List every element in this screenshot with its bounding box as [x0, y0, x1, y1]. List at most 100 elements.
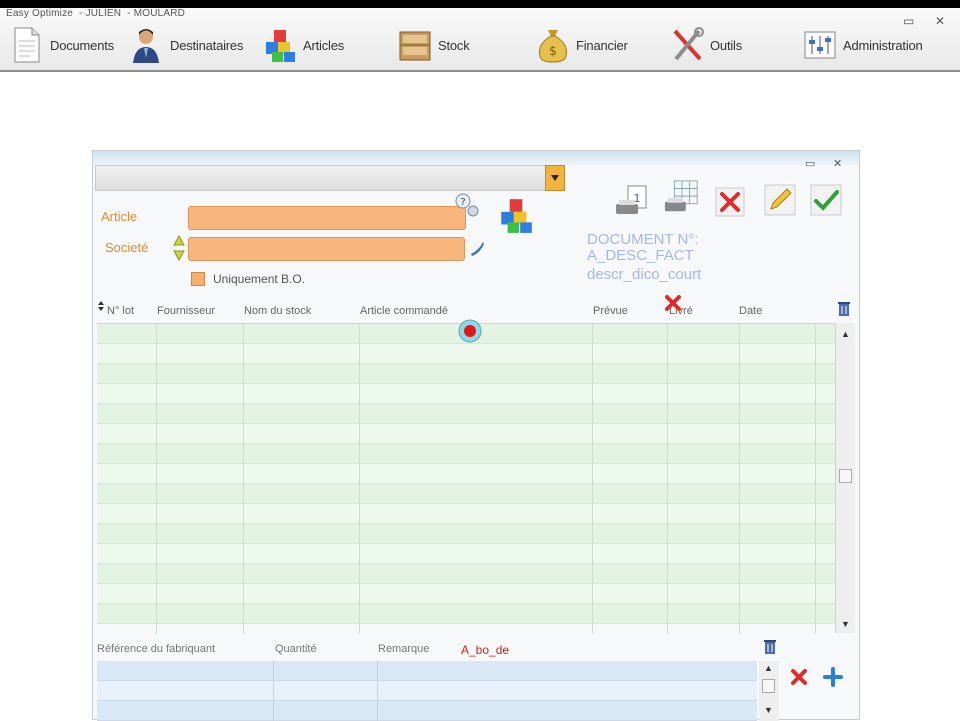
trash-icon[interactable] — [837, 301, 851, 317]
selector-combo[interactable] — [95, 165, 565, 191]
column-divider — [815, 324, 816, 634]
blocks-icon — [266, 30, 295, 62]
printer-grid-icon — [664, 180, 698, 212]
column-divider — [156, 324, 157, 634]
dialog-minimize-icon[interactable]: ▭ — [805, 157, 815, 170]
uniquement-bo-label: Uniquement B.O. — [213, 272, 306, 286]
column-divider — [359, 324, 360, 634]
lower-grid-scrollbar[interactable]: ▲ ▼ — [759, 661, 779, 721]
record-icon[interactable] — [457, 318, 483, 344]
validate-button[interactable] — [807, 181, 845, 219]
table-row[interactable] — [97, 464, 835, 484]
reference-grid[interactable] — [97, 661, 757, 721]
col-remarque[interactable]: Remarque — [378, 643, 429, 655]
column-divider — [592, 324, 593, 634]
nav-administration[interactable]: Administration — [803, 22, 923, 68]
search-help-icon[interactable]: ? — [453, 191, 483, 221]
nav-stock[interactable]: Stock — [398, 22, 470, 68]
app-name: Easy Optimize — [6, 8, 74, 19]
article-field[interactable] — [188, 206, 466, 230]
table-row[interactable] — [97, 564, 835, 584]
document-description: A_DESC_FACT — [587, 247, 694, 264]
title-separator: - — [124, 8, 134, 19]
table-row[interactable] — [97, 444, 835, 464]
table-row[interactable] — [97, 364, 835, 384]
nav-destinataires[interactable]: Destinataires — [130, 22, 243, 68]
table-row[interactable] — [97, 384, 835, 404]
table-row[interactable] — [97, 424, 835, 444]
col-quantite[interactable]: Quantité — [275, 643, 317, 655]
nav-financier[interactable]: $ Financier — [536, 22, 628, 68]
trash-icon[interactable] — [763, 639, 777, 655]
societe-label: Societé — [105, 240, 149, 255]
delete-button[interactable] — [711, 183, 749, 221]
column-divider — [377, 661, 378, 721]
col-prevue[interactable]: Prévue — [593, 305, 628, 317]
lots-grid[interactable] — [97, 323, 835, 634]
print-document-button[interactable]: 1 — [613, 183, 651, 221]
nav-stock-label: Stock — [438, 37, 470, 53]
column-divider — [273, 661, 274, 721]
combo-dropdown-button[interactable] — [545, 165, 565, 191]
print-grid-button[interactable] — [663, 179, 701, 217]
grid-scrollbar[interactable]: ▲ ▼ — [835, 323, 855, 633]
red-field-label: A_bo_de — [461, 643, 510, 657]
column-divider — [739, 324, 740, 634]
scroll-thumb[interactable] — [762, 679, 775, 693]
col-numero-lot[interactable]: N° lot — [107, 305, 134, 317]
table-row[interactable] — [97, 604, 835, 624]
nav-administration-label: Administration — [843, 37, 923, 53]
table-row[interactable] — [97, 504, 835, 524]
sort-icon[interactable] — [97, 301, 105, 311]
col-date[interactable]: Date — [739, 305, 762, 317]
person-icon — [133, 29, 159, 63]
user-last-name: MOULARD — [133, 8, 186, 19]
column-divider — [667, 324, 668, 634]
article-label: Article — [101, 209, 138, 224]
clear-filter-icon[interactable] — [663, 293, 683, 313]
scroll-up-icon[interactable]: ▲ — [841, 329, 850, 339]
scroll-up-icon[interactable]: ▲ — [764, 663, 773, 673]
table-row[interactable] — [97, 344, 835, 364]
column-divider — [243, 324, 244, 634]
edit-button[interactable] — [761, 181, 799, 219]
add-row-icon[interactable] — [823, 667, 843, 687]
table-row[interactable] — [97, 584, 835, 604]
remove-row-icon[interactable] — [789, 667, 809, 687]
top-black-bar — [0, 0, 960, 8]
nav-documents-label: Documents — [50, 37, 114, 53]
scroll-down-icon[interactable]: ▼ — [841, 619, 850, 629]
societe-field[interactable] — [188, 237, 465, 261]
title-separator: - — [76, 8, 86, 19]
dialog-title-bar — [93, 151, 859, 165]
table-row[interactable] — [97, 661, 757, 681]
phone-icon[interactable] — [469, 239, 485, 257]
spinner-arrows-icon[interactable] — [173, 235, 185, 261]
col-nom-du-stock[interactable]: Nom du stock — [244, 305, 311, 317]
svg-text:?: ? — [460, 197, 465, 208]
nav-articles[interactable]: Articles — [263, 22, 344, 68]
col-fournisseur[interactable]: Fournisseur — [157, 305, 215, 317]
sliders-icon — [804, 31, 836, 59]
table-row[interactable] — [97, 484, 835, 504]
chevron-down-icon — [551, 175, 559, 181]
scroll-thumb[interactable] — [839, 469, 852, 483]
checkmark-icon — [810, 184, 842, 216]
blocks-icon[interactable] — [497, 195, 535, 235]
stock-dialog: ▭ ✕ Article Societé ? Uniquement B.O. 1 — [92, 150, 860, 721]
table-row[interactable] — [97, 681, 757, 701]
col-article-commande[interactable]: Article commandé — [360, 305, 448, 317]
table-row[interactable] — [97, 404, 835, 424]
scroll-down-icon[interactable]: ▼ — [764, 705, 773, 715]
col-reference-fabriquant[interactable]: Référence du fabriquant — [97, 643, 215, 655]
dialog-close-icon[interactable]: ✕ — [833, 157, 842, 170]
nav-documents[interactable]: Documents — [10, 22, 114, 68]
document-number-label: DOCUMENT N°: — [587, 231, 699, 248]
table-row[interactable] — [97, 701, 757, 721]
main-toolbar: Easy Optimize - JULIEN - MOULARD ▭ ✕ Doc… — [0, 8, 960, 72]
nav-destinataires-label: Destinataires — [170, 37, 244, 53]
table-row[interactable] — [97, 544, 835, 564]
table-row[interactable] — [97, 524, 835, 544]
uniquement-bo-checkbox[interactable] — [191, 272, 205, 286]
nav-outils[interactable]: Outils — [670, 22, 742, 68]
